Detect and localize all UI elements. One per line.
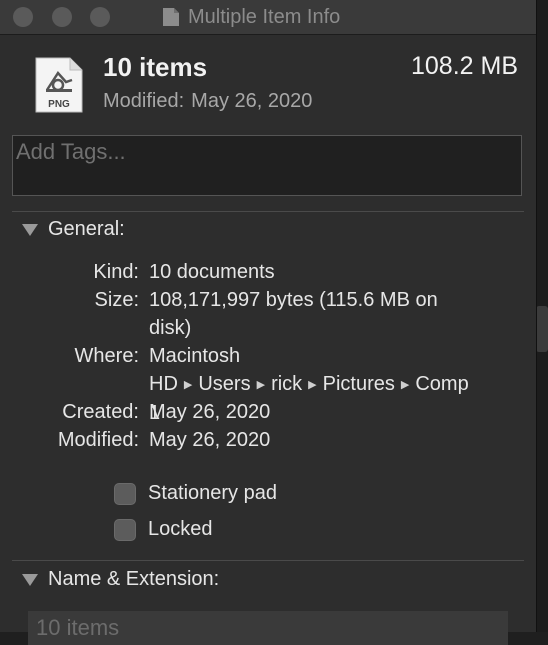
file-type-label: PNG: [48, 99, 70, 110]
path-arrow-icon: ▶: [308, 379, 317, 391]
total-size: 108.2 MB: [410, 52, 518, 80]
stationery-pad-checkbox[interactable]: [114, 482, 136, 505]
path-component: Pictures: [322, 373, 395, 395]
locked-row[interactable]: Locked: [114, 518, 213, 541]
path-arrow-icon: ▶: [400, 379, 410, 391]
path-component: rick: [271, 373, 303, 395]
section-divider: [12, 560, 524, 561]
header-modified: Modified: May 26, 2020: [103, 90, 319, 113]
kind-value: 10 documents: [149, 261, 275, 283]
general-section-header[interactable]: General:: [22, 218, 125, 241]
name-extension-section-title: Name & Extension:: [48, 568, 220, 590]
created-value: May 26, 2020: [149, 401, 271, 423]
item-count: 10 items: [103, 52, 208, 82]
kind-label: Kind:: [93, 261, 139, 283]
minimize-window-button[interactable]: [52, 7, 72, 27]
png-file-icon: PNG: [35, 57, 83, 113]
path-arrow-icon: ▶: [256, 379, 266, 391]
scrollbar-thumb[interactable]: [536, 306, 548, 352]
title-bar: Multiple Item Info: [0, 0, 536, 35]
stationery-pad-label: Stationery pad: [148, 482, 277, 504]
modified-value: May 26, 2020: [149, 429, 271, 451]
locked-checkbox[interactable]: [114, 518, 136, 541]
path-component: Users: [198, 373, 251, 395]
locked-label: Locked: [148, 518, 213, 540]
general-section-title: General:: [48, 218, 125, 240]
window-title: Multiple Item Info: [188, 5, 341, 28]
modified-label: Modified:: [57, 429, 139, 451]
document-icon: [163, 8, 179, 26]
info-window: Multiple Item Info PNG 10 items 108.2 MB…: [0, 0, 537, 645]
header-modified-label: Modified:: [103, 90, 185, 112]
name-input[interactable]: 10 items: [28, 611, 508, 645]
stationery-pad-row[interactable]: Stationery pad: [114, 482, 277, 505]
size-value: 108,171,997 bytes (115.6 MB on disk): [149, 289, 438, 339]
disclosure-triangle-icon[interactable]: [22, 573, 38, 586]
where-label: Where:: [74, 345, 139, 367]
size-label: Size:: [94, 289, 139, 311]
tags-input[interactable]: Add Tags...: [12, 135, 522, 196]
zoom-window-button[interactable]: [90, 7, 110, 27]
disclosure-triangle-icon[interactable]: [22, 223, 38, 236]
info-header: PNG 10 items 108.2 MB Modified: May 26, 2…: [0, 34, 536, 130]
close-window-button[interactable]: [13, 7, 33, 27]
header-modified-value: May 26, 2020: [191, 90, 313, 112]
created-label: Created:: [62, 401, 139, 423]
name-extension-section-header[interactable]: Name & Extension:: [22, 568, 219, 591]
path-arrow-icon: ▶: [183, 379, 193, 391]
section-divider: [12, 211, 524, 212]
